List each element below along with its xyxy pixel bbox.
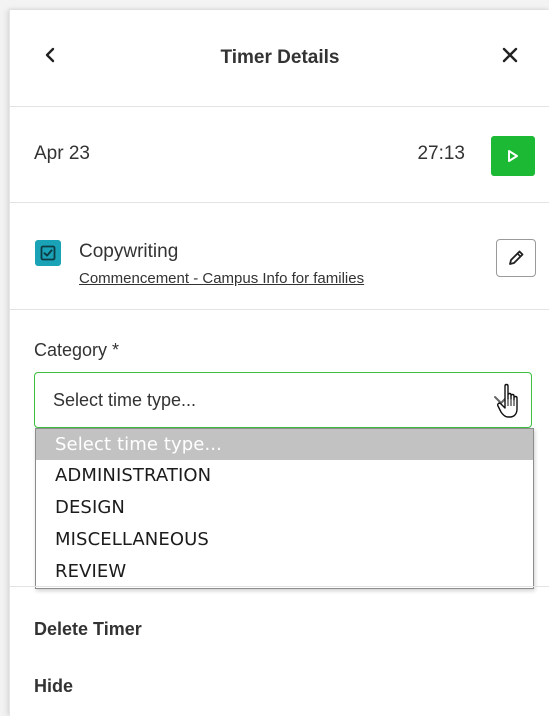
time-type-select[interactable]: Select time type... <box>34 372 532 428</box>
play-icon <box>508 150 518 162</box>
option-design[interactable]: DESIGN <box>36 492 533 524</box>
task-checkbox-icon <box>40 245 56 261</box>
option-administration[interactable]: ADMINISTRATION <box>36 460 533 492</box>
delete-timer-link[interactable]: Delete Timer <box>34 619 142 640</box>
option-select-time-type[interactable]: Select time type... <box>36 429 533 460</box>
task-project-link[interactable]: Commencement - Campus Info for families <box>79 270 364 287</box>
divider <box>10 586 549 587</box>
option-review[interactable]: REVIEW <box>36 556 533 588</box>
timer-elapsed: 27:13 <box>417 143 465 164</box>
option-miscellaneous[interactable]: MISCELLANEOUS <box>36 524 533 556</box>
timer-row: Apr 23 27:13 <box>10 107 549 203</box>
category-label: Category * <box>34 340 120 360</box>
task-badge <box>35 240 61 266</box>
time-type-dropdown: Select time type... ADMINISTRATION DESIG… <box>35 428 534 589</box>
task-row: Copywriting Commencement - Campus Info f… <box>10 203 549 310</box>
close-icon <box>502 47 518 63</box>
panel-header: Timer Details <box>10 10 549 107</box>
pencil-icon <box>509 250 524 265</box>
hide-link[interactable]: Hide <box>34 676 73 697</box>
page-title: Timer Details <box>220 47 340 68</box>
select-current-value: Select time type... <box>53 390 197 410</box>
task-name: Copywriting <box>79 241 179 262</box>
edit-task-button[interactable] <box>496 239 536 277</box>
close-button[interactable] <box>498 43 522 71</box>
timer-date: Apr 23 <box>34 143 90 164</box>
timer-details-panel: Timer Details Apr 23 27:13 Copywriting C… <box>9 10 549 716</box>
chevron-down-icon <box>494 396 508 404</box>
play-button[interactable] <box>491 136 535 176</box>
